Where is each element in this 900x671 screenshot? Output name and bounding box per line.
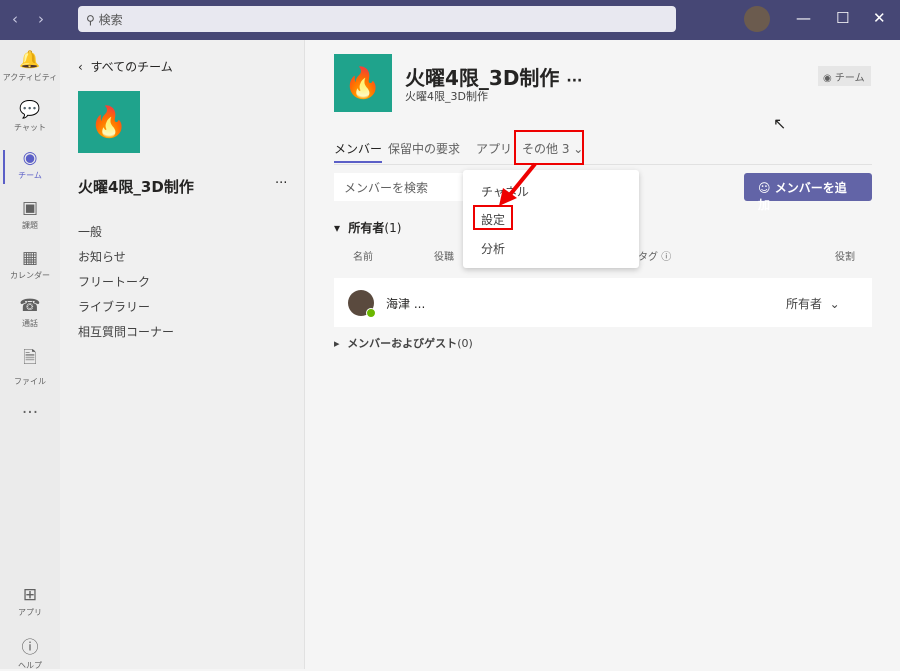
rail-help[interactable]: ⓘ ヘルプ (0, 633, 60, 671)
rail-activity[interactable]: 🔔 アクティビティ (0, 50, 60, 83)
tab-apps[interactable]: アプリ (476, 140, 512, 157)
rail-more[interactable]: ... (0, 398, 60, 418)
avatar[interactable] (744, 6, 770, 32)
app-rail: 🔔 アクティビティ 💬 チャット ◉ チーム ▣ 課題 ▦ カレンダー ☎ 通話 🗎 ファイル… (0, 40, 60, 671)
phone-icon: ☎ (19, 296, 41, 316)
column-title: 役職 (434, 252, 454, 263)
info-icon[interactable]: ⓘ (661, 252, 671, 263)
search-input[interactable]: ⚲ 検索 (78, 6, 676, 32)
owners-count: (1) (384, 221, 402, 235)
channel-item[interactable]: ライブラリー (78, 295, 174, 320)
file-icon: 🗎 (23, 348, 37, 368)
apps-icon: ⊞ (22, 585, 38, 605)
team-logo: 🔥 (78, 91, 140, 153)
add-member-label: メンバーを追加 (758, 181, 847, 212)
title-text: 火曜4限_3D制作 (405, 66, 560, 90)
rail-calls[interactable]: ☎ 通話 (0, 296, 60, 329)
rail-label: アプリ (18, 608, 42, 617)
add-person-icon: ☺ (758, 181, 771, 195)
table-row[interactable]: 海津 ... 所有者 ⌄ (334, 278, 872, 327)
rail-label: 通話 (22, 319, 38, 328)
rail-label: チャット (14, 123, 46, 132)
rail-label: ファイル (14, 377, 46, 386)
channel-item[interactable]: お知らせ (78, 245, 174, 270)
column-name: 名前 (353, 252, 373, 263)
maximize-icon[interactable]: ☐ (836, 9, 849, 27)
team-badge[interactable]: ◉ チーム (818, 66, 871, 86)
arrow-annotation (499, 162, 537, 206)
search-placeholder: 検索 (98, 13, 123, 27)
team-more-button[interactable]: ··· (275, 176, 287, 191)
rail-assignments[interactable]: ▣ 課題 (0, 198, 60, 231)
rail-teams[interactable]: ◉ チーム (0, 148, 60, 184)
tab-members[interactable]: メンバー (334, 140, 383, 163)
menu-item-analytics[interactable]: 分析 (481, 240, 505, 257)
add-member-button[interactable]: ☺ メンバーを追加 (744, 173, 872, 212)
backpack-icon: ▣ (21, 198, 39, 218)
rail-label: カレンダー (10, 271, 50, 280)
page-subtitle: 火曜4限_3D制作 (405, 90, 488, 103)
tab-pending[interactable]: 保留中の要求 (388, 140, 460, 157)
rail-chat[interactable]: 💬 チャット (0, 100, 60, 133)
rail-label: チーム (18, 171, 42, 180)
back-label: すべてのチーム (90, 60, 173, 74)
role-value: 所有者 (786, 297, 823, 311)
team-logo: 🔥 (334, 54, 392, 112)
mouse-cursor-icon: ↖ (773, 114, 787, 133)
more-icon: ... (21, 398, 39, 418)
channel-item[interactable]: フリートーク (78, 270, 174, 295)
rail-label: ヘルプ (18, 661, 42, 670)
rail-calendar[interactable]: ▦ カレンダー (0, 248, 60, 281)
role-dropdown[interactable]: 所有者 ⌄ (786, 295, 840, 312)
header-more-button[interactable]: ··· (566, 73, 582, 89)
main-panel: 🔥 火曜4限_3D制作 ··· 火曜4限_3D制作 ◉ チーム メンバー 保留中… (305, 40, 900, 669)
back-icon[interactable]: ‹ (12, 10, 18, 28)
channel-item[interactable]: 一般 (78, 220, 174, 245)
team-panel: ‹ すべてのチーム 🔥 火曜4限_3D制作 ··· 一般 お知らせ フリートーク… (60, 40, 305, 669)
calendar-icon: ▦ (21, 248, 39, 268)
tags-label: タグ (638, 252, 658, 263)
teams-icon: ◉ (22, 148, 38, 168)
close-icon[interactable]: ✕ (873, 9, 886, 27)
team-name: 火曜4限_3D制作 (78, 178, 194, 196)
back-to-teams[interactable]: ‹ すべてのチーム (78, 58, 173, 75)
badge-label: チーム (834, 73, 865, 84)
channel-item[interactable]: 相互質問コーナー (78, 320, 174, 345)
minimize-icon[interactable]: — (796, 9, 811, 27)
guests-count: (0) (457, 337, 473, 350)
chat-icon: 💬 (19, 100, 41, 120)
help-icon: ⓘ (21, 638, 39, 658)
guests-label: メンバーおよびゲスト (347, 337, 458, 350)
rail-label: アクティビティ (2, 73, 58, 82)
title-bar: ‹ › ⚲ 検索 — ☐ ✕ (0, 0, 900, 40)
column-tags: タグ ⓘ (638, 248, 671, 263)
column-role: 役割 (835, 252, 855, 263)
rail-apps[interactable]: ⊞ アプリ (0, 585, 60, 618)
presence-icon (366, 308, 376, 318)
member-search-placeholder: メンバーを検索 (344, 181, 429, 195)
page-title: 火曜4限_3D制作 ··· (405, 62, 582, 91)
guests-section-toggle[interactable]: ▸ メンバーおよびゲスト(0) (334, 335, 473, 351)
bell-icon: 🔔 (19, 50, 41, 70)
avatar (348, 290, 376, 318)
owners-section-toggle[interactable]: ▾ 所有者(1) (334, 219, 401, 236)
rail-label: 課題 (22, 221, 38, 230)
rail-files[interactable]: 🗎 ファイル (0, 345, 60, 387)
owners-label: 所有者 (348, 221, 385, 235)
forward-icon[interactable]: › (38, 10, 44, 28)
member-name: 海津 ... (386, 297, 426, 311)
